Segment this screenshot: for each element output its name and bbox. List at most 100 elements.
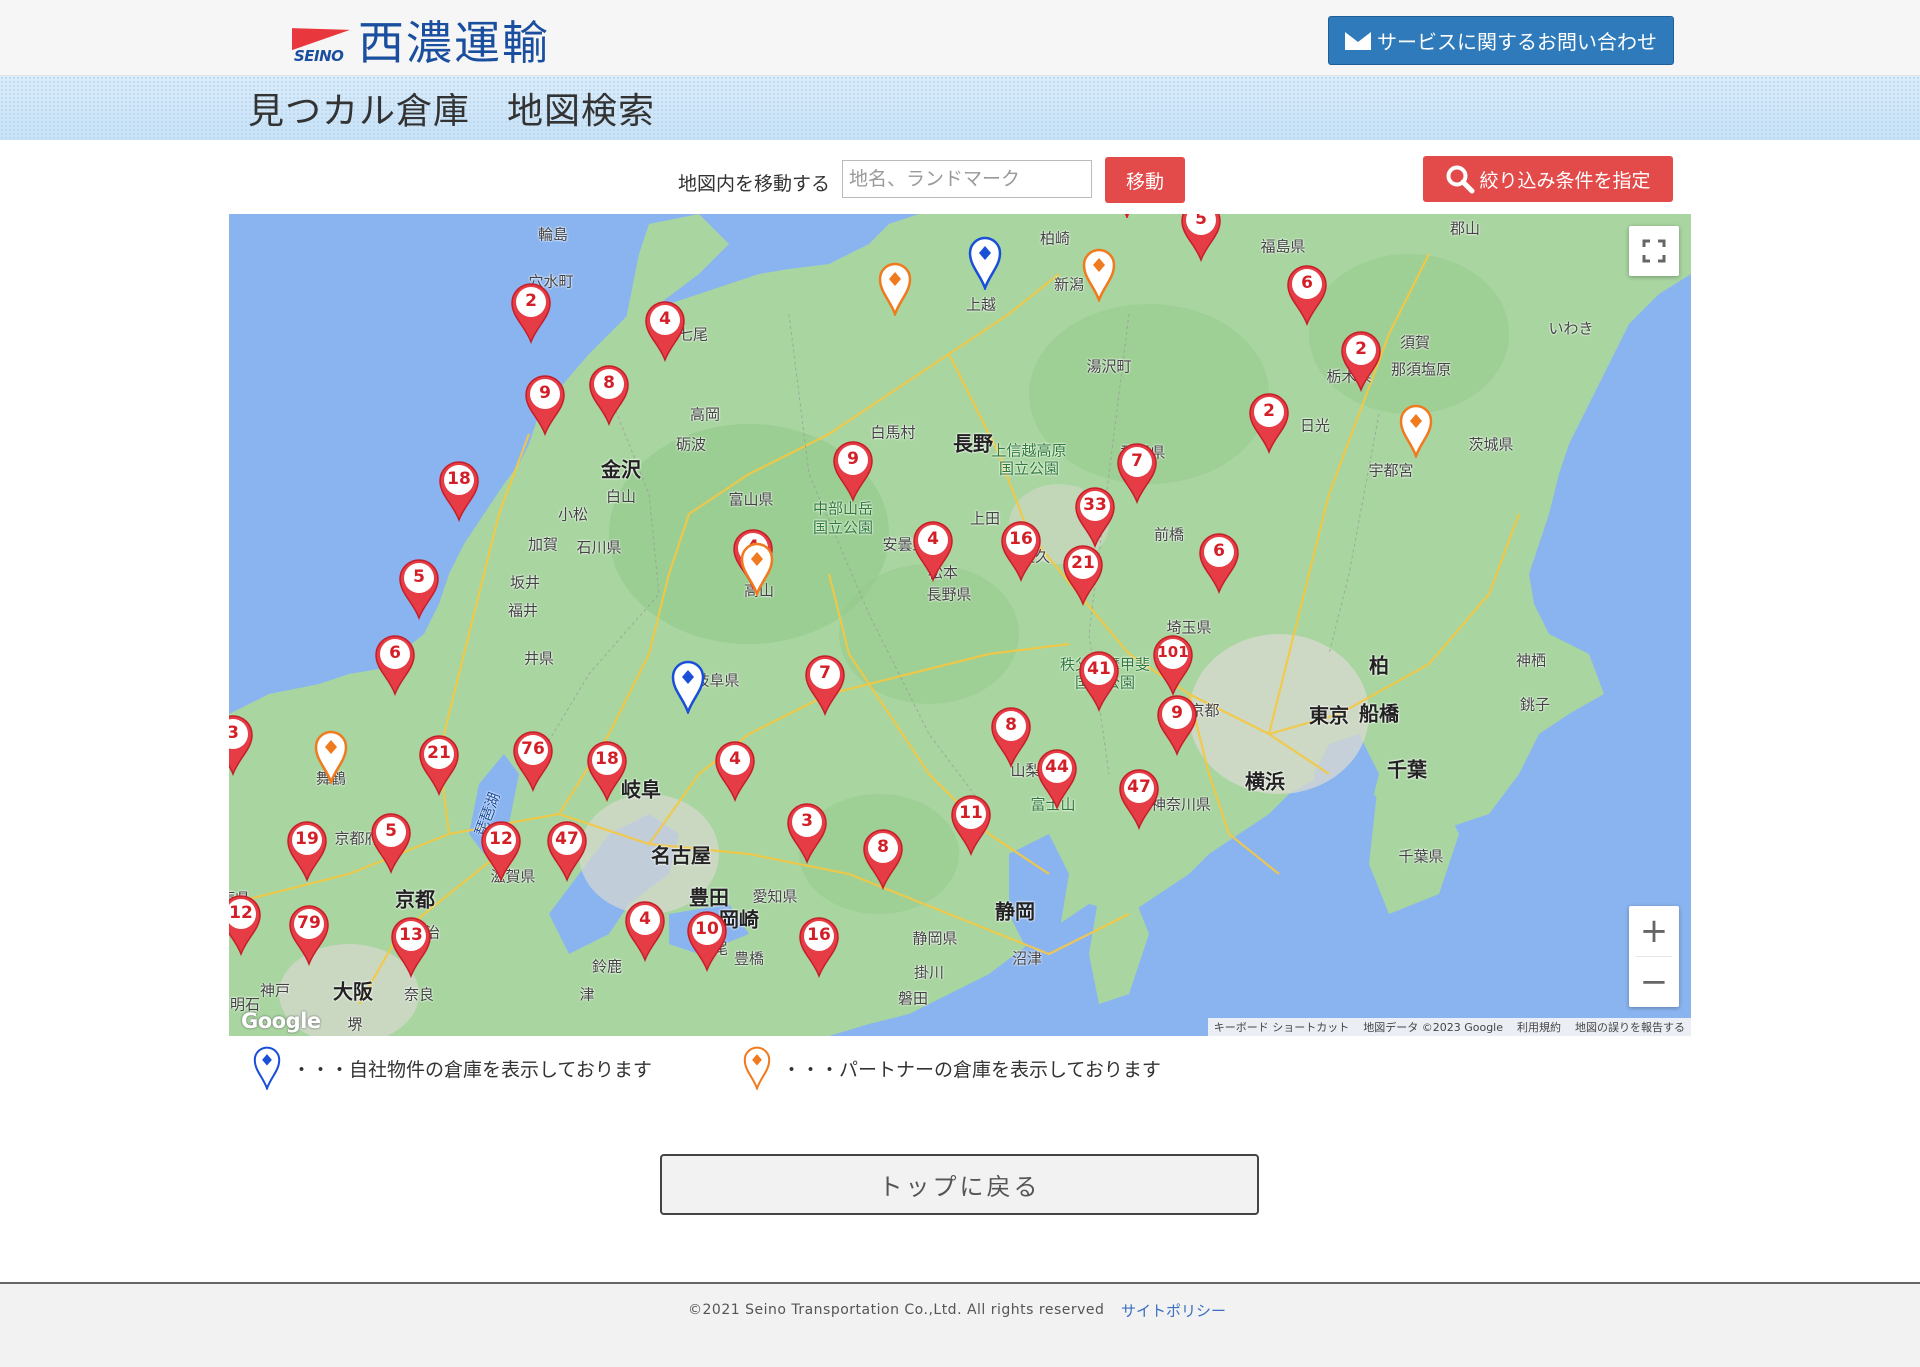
warehouse-cluster-pin[interactable]: 8 [989,706,1033,769]
warehouse-cluster-pin[interactable]: 79 [287,904,331,967]
partner-warehouse-pin[interactable] [740,542,774,596]
warehouse-cluster-pin[interactable]: 4 [911,520,955,583]
map-label-niigata: 新潟 [1053,275,1085,294]
warehouse-cluster-pin[interactable]: 11 [949,794,993,857]
company-name: 西濃運輸 [358,15,550,70]
cluster-count: 3 [229,723,239,743]
mail-icon [1345,31,1371,50]
warehouse-cluster-pin[interactable]: 3 [785,802,829,865]
map-label-kakegawa: 掛川 [913,963,945,982]
warehouse-cluster-pin[interactable]: 2 [1339,330,1383,393]
warehouse-cluster-pin[interactable]: 76 [511,730,555,793]
cluster-count: 9 [847,449,859,469]
cluster-count: 6 [1301,273,1313,293]
warehouse-cluster-pin[interactable]: 19 [285,820,329,883]
map-label-kamisu: 神栖 [1515,651,1547,670]
warehouse-cluster-pin[interactable]: 18 [437,460,481,523]
warehouse-cluster-pin[interactable]: 13 [389,916,433,979]
warehouse-cluster-pin[interactable]: 6 [1197,532,1241,595]
warehouse-cluster-pin[interactable]: 9 [831,440,875,503]
warehouse-cluster-pin[interactable]: 2 [1247,392,1291,455]
warehouse-cluster-pin[interactable]: 5 [397,558,441,621]
warehouse-cluster-pin[interactable]: 6 [373,634,417,697]
map-attribution: キーボード ショートカット 地図データ ©2023 Google 利用規約 地図… [1207,1018,1691,1036]
warehouse-cluster-pin[interactable]: 16 [999,520,1043,583]
map-label-kashiwa: 柏 [1369,653,1389,678]
report-error-link[interactable]: 地図の誤りを報告する [1575,1019,1685,1035]
map-label-tokyo: 東京 [1309,703,1349,728]
warehouse-cluster-pin[interactable]: 44 [1035,748,1079,811]
warehouse-cluster-pin[interactable]: 9 [523,374,567,437]
cluster-count: 16 [807,925,831,945]
keyboard-shortcuts-link[interactable]: キーボード ショートカット [1214,1019,1350,1035]
zoom-in-button[interactable]: + [1629,906,1679,956]
contact-button[interactable]: サービスに関するお問い合わせ [1328,16,1674,65]
warehouse-cluster-pin[interactable]: 4 [643,300,687,363]
warehouse-cluster-pin[interactable]: 7 [803,654,847,717]
warehouse-cluster-pin[interactable]: 8 [861,828,905,891]
warehouse-cluster-pin[interactable]: 2 [509,282,553,345]
map-label-utsunomiya: 宇都宮 [1368,461,1414,480]
map-label-naganoken: 長野県 [926,585,972,604]
search-input[interactable] [842,160,1092,198]
filter-button-label: 絞り込み条件を指定 [1479,169,1651,192]
cluster-count: 9 [1171,703,1183,723]
warehouse-cluster-pin[interactable]: 3 [229,714,255,777]
warehouse-cluster-pin[interactable]: 12 [479,820,523,883]
map-label-sakai: 坂井 [509,573,541,592]
warehouse-cluster-pin[interactable]: 33 [1073,486,1117,549]
warehouse-cluster-pin[interactable]: 6 [1285,264,1329,327]
copyright: ©2021 Seino Transportation Co.,Ltd. All … [688,1302,1105,1318]
cluster-count: 101 [1157,643,1189,661]
cluster-count: 18 [447,469,471,489]
warehouse-cluster-pin[interactable]: 10 [685,910,729,973]
map-legend: ・・・自社物件の倉庫を表示しております ・・・パートナーの倉庫を表示しております [0,1046,1920,1096]
warehouse-cluster-pin[interactable]: 8 [587,364,631,427]
partner-warehouse-pin[interactable] [1110,214,1144,218]
own-pin-icon [253,1046,281,1090]
warehouse-cluster-pin[interactable]: 4 [713,740,757,803]
site-policy-link[interactable]: サイトポリシー [1121,1300,1226,1321]
warehouse-cluster-pin[interactable]: 16 [797,916,841,979]
map-label-choshi: 銚子 [1519,695,1551,714]
cluster-count: 7 [1131,451,1143,471]
own-warehouse-pin[interactable] [671,660,705,714]
map-label-tonami: 砺波 [675,435,707,454]
own-warehouse-pin[interactable] [968,236,1002,290]
cluster-count: 79 [297,913,321,933]
back-to-top-button[interactable]: トップに戻る [660,1154,1259,1215]
cluster-count: 4 [659,309,671,329]
partner-warehouse-pin[interactable] [878,262,912,316]
warehouse-cluster-pin[interactable]: 12 [229,894,263,957]
zoom-out-button[interactable]: − [1629,957,1679,1007]
map-label-joetsu: 上越 [965,295,997,314]
warehouse-cluster-pin[interactable]: 7 [1115,442,1159,505]
warehouse-cluster-pin[interactable]: 21 [417,734,461,797]
partner-warehouse-pin[interactable] [1399,404,1433,458]
seino-logo[interactable]: SEINO 西濃運輸 [292,12,550,70]
warehouse-cluster-pin[interactable]: 5 [1179,214,1223,263]
filter-button[interactable]: 絞り込み条件を指定 [1423,156,1673,202]
terms-link[interactable]: 利用規約 [1517,1019,1561,1035]
warehouse-cluster-pin[interactable]: 47 [1117,768,1161,831]
partner-warehouse-pin[interactable] [314,730,348,784]
map-label-kanazawa: 金沢 [601,457,641,482]
warehouse-cluster-pin[interactable]: 5 [369,812,413,875]
warehouse-cluster-pin[interactable]: 47 [545,820,589,883]
warehouse-cluster-pin[interactable]: 18 [585,740,629,803]
partner-warehouse-pin[interactable] [1082,248,1116,302]
warehouse-cluster-pin[interactable]: 4 [623,900,667,963]
warehouse-cluster-pin[interactable]: 9 [1155,694,1199,757]
map[interactable]: 輪島 穴水町 七尾 高岡 砺波 金沢 白山 小松 加賀 石川県 坂井 福井 井県… [229,214,1691,1036]
warehouse-cluster-pin[interactable]: 101 [1151,634,1195,697]
map-label-shizuoka: 静岡 [995,899,1035,924]
warehouse-cluster-pin[interactable]: 41 [1077,650,1121,713]
map-label-suzuka: 鈴鹿 [591,957,623,976]
cluster-count: 8 [603,373,615,393]
cluster-count: 4 [729,749,741,769]
move-button[interactable]: 移動 [1105,157,1185,203]
fullscreen-button[interactable] [1629,226,1679,276]
seino-logo-mark: SEINO [292,15,352,65]
map-label-osaka: 大阪 [333,979,373,1004]
warehouse-cluster-pin[interactable]: 21 [1061,544,1105,607]
